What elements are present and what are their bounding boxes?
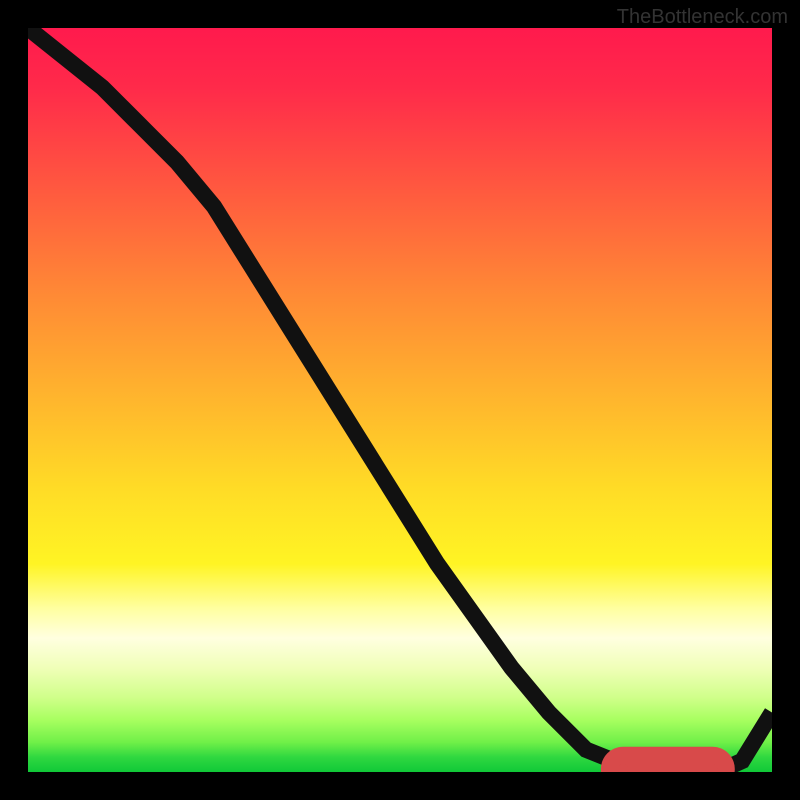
bottleneck-curve [28,28,772,770]
chart-container: TheBottleneck.com [0,0,800,800]
marker-dot [680,766,686,772]
plot-area [28,28,772,772]
optimal-markers [618,764,718,772]
marker-dot [643,766,649,772]
line-layer [28,28,772,772]
attribution-text: TheBottleneck.com [617,6,788,29]
